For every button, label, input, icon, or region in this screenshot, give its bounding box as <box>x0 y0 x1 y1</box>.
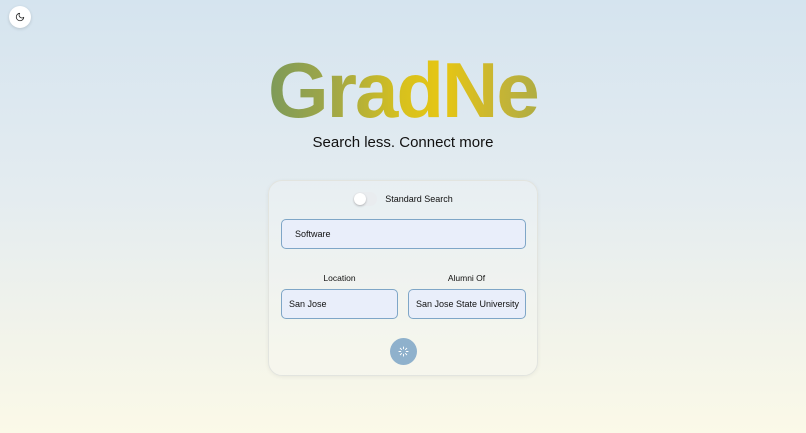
search-mode-label: Standard Search <box>385 194 453 204</box>
location-label: Location <box>323 273 356 283</box>
keyword-input[interactable] <box>281 219 526 249</box>
alumni-label: Alumni Of <box>447 273 486 283</box>
location-input[interactable] <box>281 289 398 319</box>
theme-toggle-button[interactable] <box>9 6 31 28</box>
alumni-input[interactable] <box>408 289 526 319</box>
search-mode-row: Standard Search <box>269 192 537 206</box>
switch-knob <box>354 193 367 205</box>
search-card: Standard Search Location Alumni Of <box>268 180 538 376</box>
moon-icon <box>15 12 25 22</box>
loading-spinner-icon <box>398 346 409 357</box>
search-mode-switch[interactable] <box>353 192 378 206</box>
search-button[interactable] <box>390 338 417 365</box>
app-logo: GradNet <box>268 46 564 134</box>
tagline: Search less. Connect more <box>312 134 494 151</box>
